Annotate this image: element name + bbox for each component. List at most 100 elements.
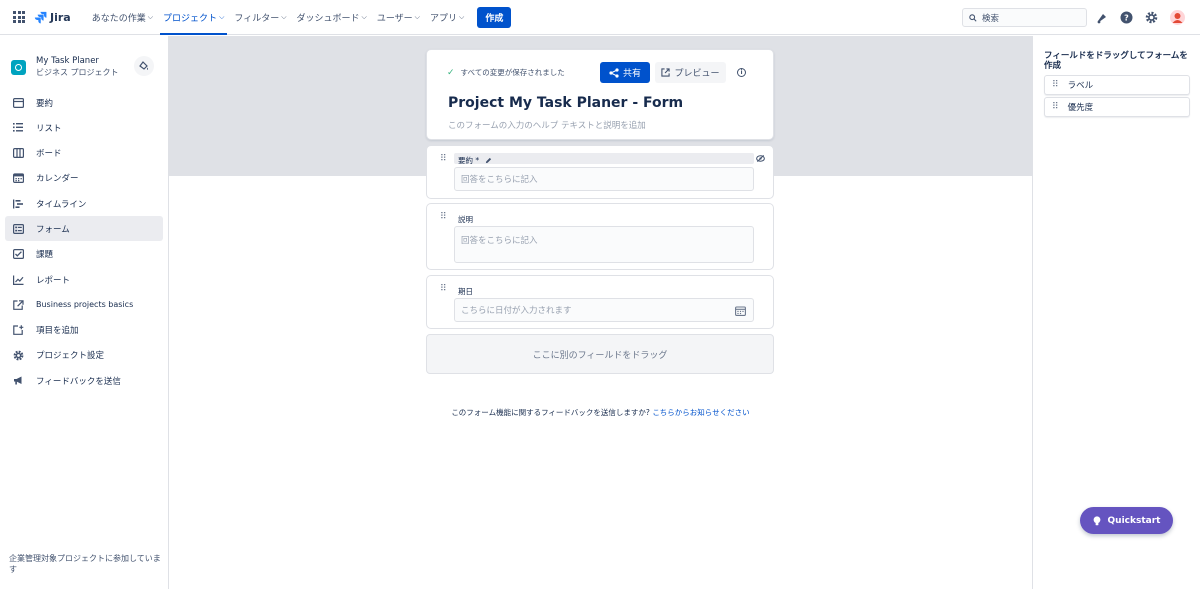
sidebar-item-timeline[interactable]: タイムライン xyxy=(5,191,163,216)
chevron-down-icon: ⌵ xyxy=(459,12,465,21)
sidebar-item-add-item[interactable]: 項目を追加 xyxy=(5,318,163,343)
nav-label: アプリ xyxy=(429,13,457,24)
sidebar-item-label: ボード xyxy=(36,149,62,160)
sidebar-item-form[interactable]: フォーム xyxy=(5,216,163,242)
calendar-icon[interactable] xyxy=(735,306,746,316)
avatar[interactable] xyxy=(1170,10,1185,25)
chevron-down-icon: ⌵ xyxy=(147,12,154,21)
preview-label: プレビュー xyxy=(674,69,720,79)
drag-handle-icon[interactable]: ⠿ xyxy=(440,284,447,294)
field-label-text: 要約 * xyxy=(458,156,480,165)
sidebar-item-label: 項目を追加 xyxy=(36,326,79,337)
list-icon xyxy=(12,122,24,134)
form-description-input[interactable]: このフォームの入力のヘルプ テキストと説明を追加 xyxy=(448,119,646,131)
search-input[interactable]: 検索 xyxy=(962,8,1087,27)
field-label[interactable]: 説明 xyxy=(458,214,473,225)
form-field-due-date[interactable]: ⠿ 期日 こちらに日付が入力されます xyxy=(426,275,774,329)
description-answer-input[interactable]: 回答をこちらに記入 xyxy=(454,226,754,263)
palette-field-name: ラベル xyxy=(1067,81,1094,91)
form-icon xyxy=(12,223,24,235)
help-icon[interactable]: ? xyxy=(1120,11,1133,24)
chevron-down-icon: ⌵ xyxy=(219,12,225,21)
preview-button[interactable]: プレビュー xyxy=(655,62,726,83)
sidebar-item-send-feedback[interactable]: フィードバックを送信 xyxy=(5,368,163,393)
summary-answer-input[interactable]: 回答をこちらに記入 xyxy=(454,167,754,191)
palette-field-label[interactable]: ⠿ ラベル xyxy=(1044,75,1190,95)
nav-filters[interactable]: フィルター ⌵ xyxy=(229,0,291,35)
drag-handle-icon[interactable]: ⠿ xyxy=(440,154,447,164)
search-placeholder: 検索 xyxy=(982,13,1000,24)
form-header-card: ✓ すべての変更が保存されました 共有 プレビュー i Project My T… xyxy=(426,49,774,140)
paint-bucket-icon[interactable] xyxy=(134,56,154,76)
nav-apps[interactable]: アプリ ⌵ xyxy=(425,0,469,35)
search-icon xyxy=(969,13,977,22)
field-label[interactable]: 期日 xyxy=(458,286,473,297)
issues-icon xyxy=(12,248,24,260)
sidebar-item-board[interactable]: ボード xyxy=(5,141,163,166)
product-name: Jira xyxy=(50,10,71,24)
sidebar-item-label: レポート xyxy=(36,275,71,286)
hide-field-icon[interactable] xyxy=(756,154,765,163)
managed-project-notice: 企業管理対象プロジェクトに参加しています xyxy=(9,554,161,574)
save-status: ✓ すべての変更が保存されました xyxy=(447,67,565,78)
app-switcher-icon[interactable] xyxy=(13,11,25,23)
info-icon[interactable]: i xyxy=(737,68,746,77)
chevron-down-icon: ⌵ xyxy=(281,12,287,21)
form-field-description[interactable]: ⠿ 説明 回答をこちらに記入 xyxy=(426,203,774,270)
nav-dashboards[interactable]: ダッシュボード ⌵ xyxy=(292,0,372,35)
field-label[interactable]: 要約 * xyxy=(458,155,492,166)
due-date-input[interactable]: こちらに日付が入力されます xyxy=(454,298,754,322)
timeline-icon xyxy=(12,198,24,210)
nav-your-work[interactable]: あなたの作業 ⌵ xyxy=(87,0,158,35)
nav-projects[interactable]: プロジェクト ⌵ xyxy=(158,0,229,35)
notifications-icon[interactable] xyxy=(1095,11,1108,24)
drag-handle-icon: ⠿ xyxy=(1052,102,1059,112)
top-navigation: Jira あなたの作業 ⌵ プロジェクト ⌵ フィルター ⌵ ダッシュボード ⌵ ユーザ… xyxy=(0,0,1200,35)
check-icon: ✓ xyxy=(447,67,455,78)
sidebar-item-calendar[interactable]: カレンダー xyxy=(5,166,163,191)
nav-people[interactable]: ユーザー ⌵ xyxy=(372,0,425,35)
drag-handle-icon[interactable]: ⠿ xyxy=(440,212,447,222)
form-field-summary[interactable]: ⠿ 要約 * 回答をこちらに記入 xyxy=(426,145,774,199)
sidebar-item-issues[interactable]: 課題 xyxy=(5,242,163,267)
sidebar-item-label: タイムライン xyxy=(36,199,87,210)
sidebar-nav: 要約 リスト ボード カレンダー タイムライン フォーム 課題 レポート Bus… xyxy=(5,90,163,394)
field-drop-zone[interactable]: ここに別のフィールドをドラッグ xyxy=(426,334,774,374)
drag-handle-icon: ⠿ xyxy=(1052,80,1059,90)
share-button[interactable]: 共有 xyxy=(600,62,650,83)
sidebar-item-reports[interactable]: レポート xyxy=(5,267,163,292)
chevron-down-icon: ⌵ xyxy=(414,12,420,21)
quickstart-button[interactable]: Quickstart xyxy=(1080,507,1173,534)
sidebar-item-summary[interactable]: 要約 xyxy=(5,90,163,115)
nav-label: フィルター xyxy=(234,13,280,24)
field-label-highlight xyxy=(454,153,754,164)
form-title[interactable]: Project My Task Planer - Form xyxy=(448,95,683,111)
palette-field-priority[interactable]: ⠿ 優先度 xyxy=(1044,97,1190,117)
chevron-down-icon: ⌵ xyxy=(361,12,367,21)
share-icon xyxy=(609,67,619,78)
sidebar-item-project-settings[interactable]: プロジェクト設定 xyxy=(5,343,163,368)
project-header[interactable]: My Task Planer ビジネス プロジェクト xyxy=(11,56,119,78)
external-link-icon xyxy=(12,299,24,311)
create-button[interactable]: 作成 xyxy=(477,6,512,28)
quickstart-label: Quickstart xyxy=(1107,515,1161,526)
palette-field-name: 優先度 xyxy=(1067,103,1094,113)
jira-logo[interactable]: Jira xyxy=(34,11,71,24)
sidebar-item-list[interactable]: リスト xyxy=(5,115,163,140)
sidebar-item-label: 課題 xyxy=(36,250,54,261)
summary-icon xyxy=(12,97,24,109)
settings-icon[interactable] xyxy=(1145,11,1158,24)
pencil-icon xyxy=(485,157,491,164)
sidebar-item-business-basics[interactable]: Business projects basics xyxy=(5,292,163,317)
feedback-link[interactable]: こちらからお知らせください xyxy=(652,408,749,417)
sidebar-item-label: リスト xyxy=(36,123,62,134)
save-status-text: すべての変更が保存されました xyxy=(460,68,565,77)
project-type: ビジネス プロジェクト xyxy=(36,68,119,77)
nav-label: プロジェクト xyxy=(163,13,218,24)
sidebar-item-label: 要約 xyxy=(36,98,54,109)
sidebar-item-label: プロジェクト設定 xyxy=(36,351,105,362)
share-label: 共有 xyxy=(622,69,641,79)
project-avatar xyxy=(11,59,26,75)
board-icon xyxy=(12,147,24,159)
feedback-text: このフォーム機能に関するフィードバックを送信しますか? xyxy=(451,408,653,417)
